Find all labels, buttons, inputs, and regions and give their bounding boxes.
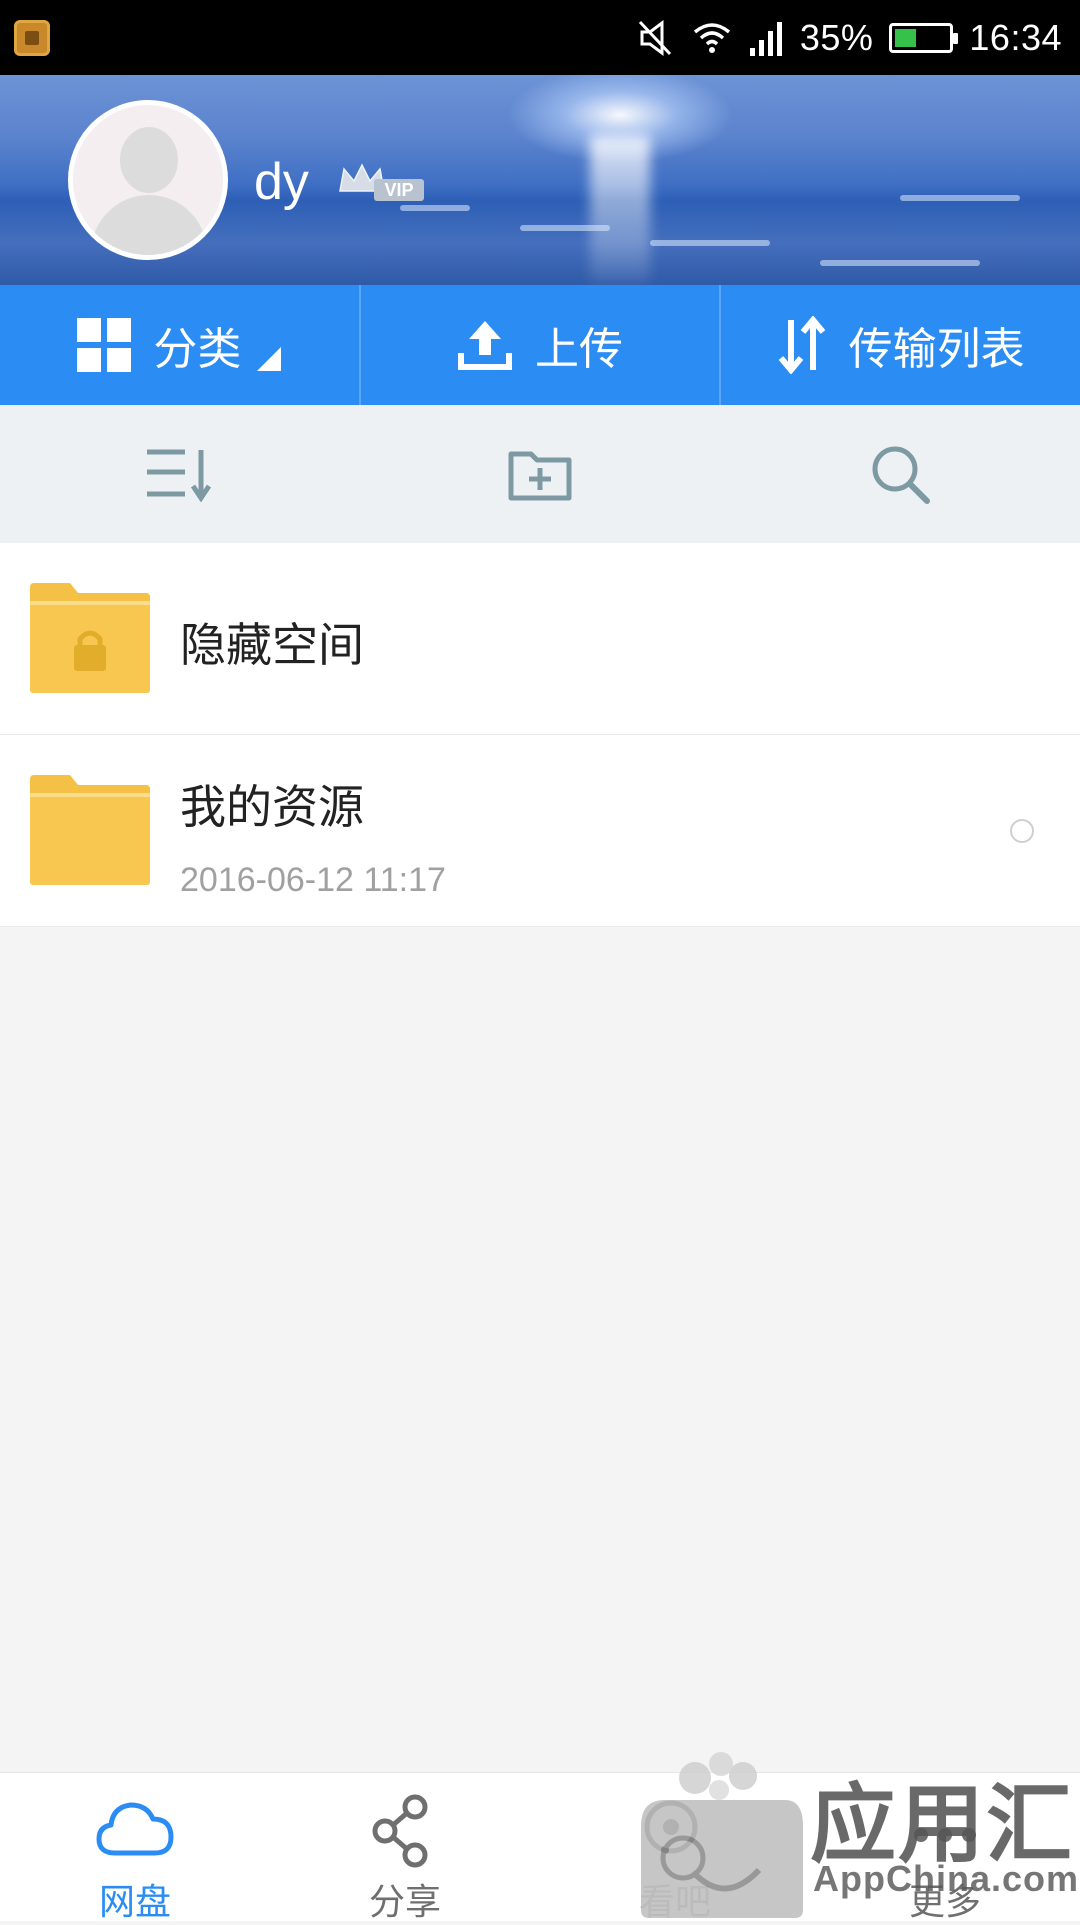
tab-label: 网盘 bbox=[98, 1882, 171, 1923]
signal-icon bbox=[749, 21, 782, 56]
app-notification-icon bbox=[14, 20, 50, 56]
category-button[interactable]: 分类 bbox=[0, 285, 361, 405]
cloud-icon bbox=[96, 1802, 174, 1856]
vip-crown-badge[interactable]: VIP bbox=[336, 161, 426, 203]
battery-percent: 35% bbox=[799, 16, 874, 58]
clock: 16:34 bbox=[969, 16, 1062, 58]
locked-folder-icon bbox=[30, 583, 150, 693]
wifi-icon bbox=[693, 22, 730, 53]
file-name: 我的资源 bbox=[180, 780, 364, 834]
new-folder-icon bbox=[508, 451, 572, 501]
mute-icon bbox=[638, 19, 671, 56]
transfer-list-label: 传输列表 bbox=[848, 324, 1025, 375]
upload-label: 上传 bbox=[535, 324, 623, 375]
upload-icon bbox=[458, 321, 512, 370]
sort-icon bbox=[147, 449, 212, 502]
avatar[interactable] bbox=[68, 100, 228, 260]
folder-icon bbox=[30, 775, 150, 885]
transfer-list-button[interactable]: 传输列表 bbox=[721, 285, 1080, 405]
search-icon bbox=[872, 446, 930, 504]
watermark-logo-icon bbox=[641, 1752, 803, 1918]
file-name: 隐藏空间 bbox=[180, 618, 364, 672]
sort-button[interactable] bbox=[0, 405, 360, 543]
grid-icon bbox=[77, 318, 132, 372]
watermark-url: AppChina.com bbox=[813, 1858, 1080, 1899]
tab-share[interactable]: 分享 bbox=[270, 1773, 540, 1923]
file-date: 2016-06-12 11:17 bbox=[180, 861, 446, 899]
dropdown-triangle-icon bbox=[257, 347, 282, 371]
transfer-icon bbox=[778, 316, 825, 374]
upload-button[interactable]: 上传 bbox=[361, 285, 722, 405]
list-item[interactable]: 我的资源 2016-06-12 11:17 bbox=[0, 735, 1080, 927]
list-item[interactable]: 隐藏空间 bbox=[0, 543, 1080, 735]
select-checkbox[interactable] bbox=[1010, 819, 1034, 843]
tab-label: 分享 bbox=[368, 1882, 441, 1923]
appchina-watermark: 应用汇 AppChina.com bbox=[635, 1740, 1078, 1920]
username[interactable]: dy bbox=[254, 152, 309, 212]
category-label: 分类 bbox=[153, 324, 242, 375]
profile-header: dy VIP bbox=[0, 75, 1080, 285]
share-icon bbox=[372, 1794, 428, 1868]
tab-cloud-disk[interactable]: 网盘 bbox=[0, 1773, 270, 1923]
status-bar: 35% 16:34 bbox=[0, 0, 1080, 75]
file-list: 隐藏空间 我的资源 2016-06-12 11:17 bbox=[0, 543, 1080, 927]
new-folder-button[interactable] bbox=[360, 405, 720, 543]
search-button[interactable] bbox=[720, 405, 1080, 543]
action-bar: 分类 上传 传输列表 bbox=[0, 285, 1080, 405]
battery-icon bbox=[889, 22, 959, 53]
file-toolbar bbox=[0, 405, 1080, 543]
vip-badge-text: VIP bbox=[384, 180, 413, 200]
